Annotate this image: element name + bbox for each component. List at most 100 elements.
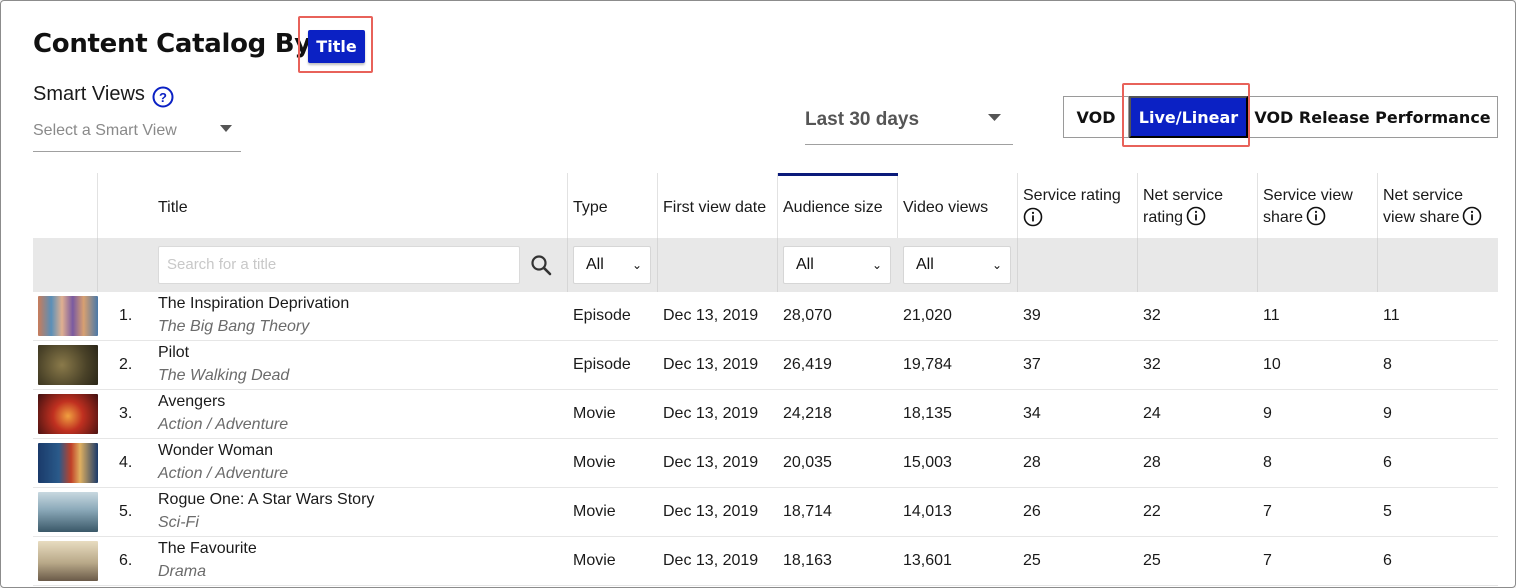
app-frame: Content Catalog By Title Smart Views ? S… [0,0,1516,588]
row-net-service-rating: 28 [1143,454,1161,471]
service-view-share-label-1: Service view [1263,187,1353,204]
row-service-rating: 39 [1023,307,1041,324]
views-filter-value: All [916,256,934,273]
table-row[interactable]: 1. The Inspiration Deprivation The Big B… [33,292,1498,341]
row-subtitle: The Walking Dead [158,367,290,384]
row-audience-size: 28,070 [783,307,832,324]
chevron-down-icon [988,114,1001,121]
table-row[interactable]: 5. Rogue One: A Star Wars Story Sci-Fi M… [33,488,1498,537]
row-service-view-share: 7 [1263,552,1272,569]
row-title[interactable]: The Inspiration Deprivation [158,295,349,313]
row-video-views: 19,784 [903,356,952,373]
row-rank: 3. [119,405,133,422]
thumbnail-image [38,492,98,532]
title-toggle-button[interactable]: Title [308,30,365,63]
svg-text:?: ? [159,90,167,105]
row-title[interactable]: Wonder Woman [158,442,273,460]
row-net-service-rating: 22 [1143,503,1161,520]
thumbnail-image [38,541,98,581]
net-service-rating-label-2: rating [1143,209,1184,226]
info-icon[interactable] [1462,206,1482,226]
column-header-service-view-share[interactable]: Service view share [1263,186,1353,228]
help-icon[interactable]: ? [152,86,174,108]
tab-vod-release-performance[interactable]: VOD Release Performance [1248,96,1498,138]
row-net-service-rating: 24 [1143,405,1161,422]
column-header-first-view-date[interactable]: First view date [663,198,766,218]
net-service-rating-label-1: Net service [1143,187,1224,204]
row-first-view-date: Dec 13, 2019 [663,307,759,324]
row-net-service-rating: 32 [1143,307,1161,324]
type-filter-select[interactable]: All ⌄ [573,246,651,284]
row-first-view-date: Dec 13, 2019 [663,552,759,569]
row-type: Episode [573,356,631,373]
column-header-type[interactable]: Type [573,198,608,218]
row-video-views: 14,013 [903,503,952,520]
row-service-rating: 26 [1023,503,1041,520]
row-video-views: 13,601 [903,552,952,569]
row-type: Movie [573,405,616,422]
table-row[interactable]: 2. Pilot The Walking Dead Episode Dec 13… [33,341,1498,390]
row-title[interactable]: The Favourite [158,540,257,558]
chevron-down-icon: ⌄ [871,258,882,272]
info-icon[interactable] [1023,207,1043,227]
service-view-share-label-2: share [1263,209,1304,226]
row-title[interactable]: Pilot [158,344,189,362]
thumbnail-image [38,394,98,434]
filter-row: Search for a title All ⌄ All ⌄ All ⌄ [33,238,1498,292]
column-header-net-service-view-share[interactable]: Net service view share [1383,186,1482,228]
info-icon[interactable] [1306,206,1326,226]
row-title[interactable]: Avengers [158,393,225,411]
row-subtitle: Action / Adventure [158,465,289,482]
column-header-audience-size[interactable]: Audience size [783,198,883,218]
row-audience-size: 26,419 [783,356,832,373]
row-service-rating: 37 [1023,356,1041,373]
table-row[interactable]: 6. The Favourite Drama Movie Dec 13, 201… [33,537,1498,586]
row-video-views: 15,003 [903,454,952,471]
row-net-service-view-share: 5 [1383,503,1392,520]
thumbnail-image [38,443,98,483]
row-audience-size: 24,218 [783,405,832,422]
row-audience-size: 18,163 [783,552,832,569]
row-rank: 4. [119,454,133,471]
table-row[interactable]: 3. Avengers Action / Adventure Movie Dec… [33,390,1498,439]
row-video-views: 21,020 [903,307,952,324]
row-rank: 6. [119,552,133,569]
table-row[interactable]: 4. Wonder Woman Action / Adventure Movie… [33,439,1498,488]
row-net-service-view-share: 6 [1383,454,1392,471]
row-type: Movie [573,552,616,569]
column-header-net-service-rating[interactable]: Net service rating [1143,186,1223,228]
tab-live-linear[interactable]: Live/Linear [1129,96,1248,138]
row-subtitle: Sci-Fi [158,514,199,531]
column-header-title[interactable]: Title [158,198,188,218]
row-service-view-share: 7 [1263,503,1272,520]
title-search-input[interactable]: Search for a title [158,246,520,284]
row-first-view-date: Dec 13, 2019 [663,356,759,373]
service-rating-label: Service rating [1023,187,1121,204]
thumbnail-image [38,345,98,385]
smart-views-label: Smart Views [33,83,145,105]
date-range-select[interactable]: Last 30 days [805,99,1013,145]
audience-filter-select[interactable]: All ⌄ [783,246,891,284]
info-icon[interactable] [1186,206,1206,226]
column-header-service-rating[interactable]: Service rating [1023,186,1121,229]
page-title: Content Catalog By [33,29,311,59]
row-service-view-share: 8 [1263,454,1272,471]
row-title[interactable]: Rogue One: A Star Wars Story [158,491,374,509]
smart-view-select[interactable]: Select a Smart View [33,115,241,152]
row-audience-size: 18,714 [783,503,832,520]
table-body: 1. The Inspiration Deprivation The Big B… [33,292,1498,586]
chevron-down-icon: ⌄ [631,258,642,272]
row-type: Movie [573,454,616,471]
net-service-view-share-label-2: view share [1383,209,1460,226]
type-filter-value: All [586,256,604,273]
column-header-video-views[interactable]: Video views [903,198,988,218]
row-service-rating: 34 [1023,405,1041,422]
search-icon[interactable] [530,254,552,276]
row-subtitle: The Big Bang Theory [158,318,310,335]
tab-vod[interactable]: VOD [1063,96,1129,138]
row-subtitle: Action / Adventure [158,416,289,433]
views-filter-select[interactable]: All ⌄ [903,246,1011,284]
row-service-rating: 25 [1023,552,1041,569]
row-first-view-date: Dec 13, 2019 [663,405,759,422]
date-range-value: Last 30 days [805,109,920,130]
